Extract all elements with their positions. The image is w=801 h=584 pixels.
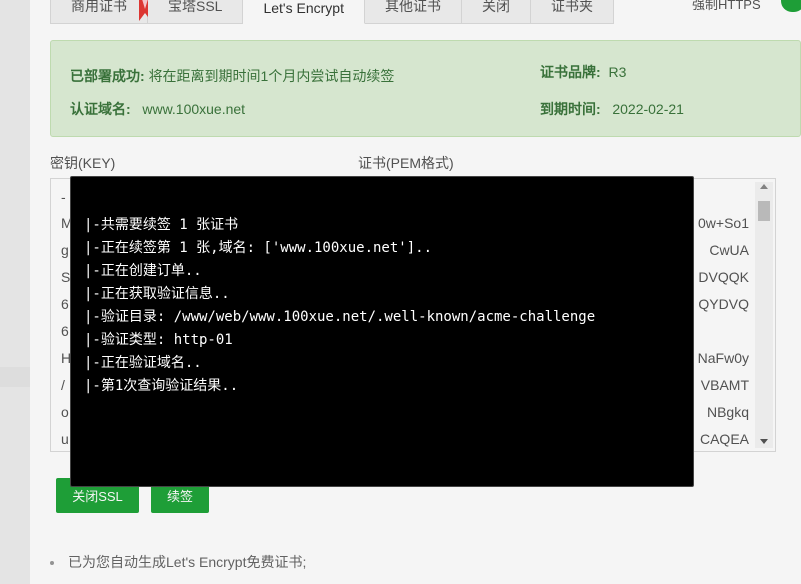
terminal-line: |-正在验证域名.. [84,355,202,371]
terminal-line: |-共需要续签 1 张证书 [84,217,239,233]
terminal-line: |-正在续签第 1 张,域名: ['www.100xue.net'].. [84,240,433,256]
terminal-line: |-第1次查询验证结果.. [84,378,239,394]
renew-log-terminal: |-共需要续签 1 张证书 |-正在续签第 1 张,域名: ['www.100x… [70,176,694,487]
terminal-line: |-正在创建订单.. [84,263,202,279]
terminal-line: |-验证目录: /www/web/www.100xue.net/.well-kn… [84,309,596,325]
terminal-line: |-正在获取验证信息.. [84,286,230,302]
terminal-line: |-验证类型: http-01 [84,332,233,348]
